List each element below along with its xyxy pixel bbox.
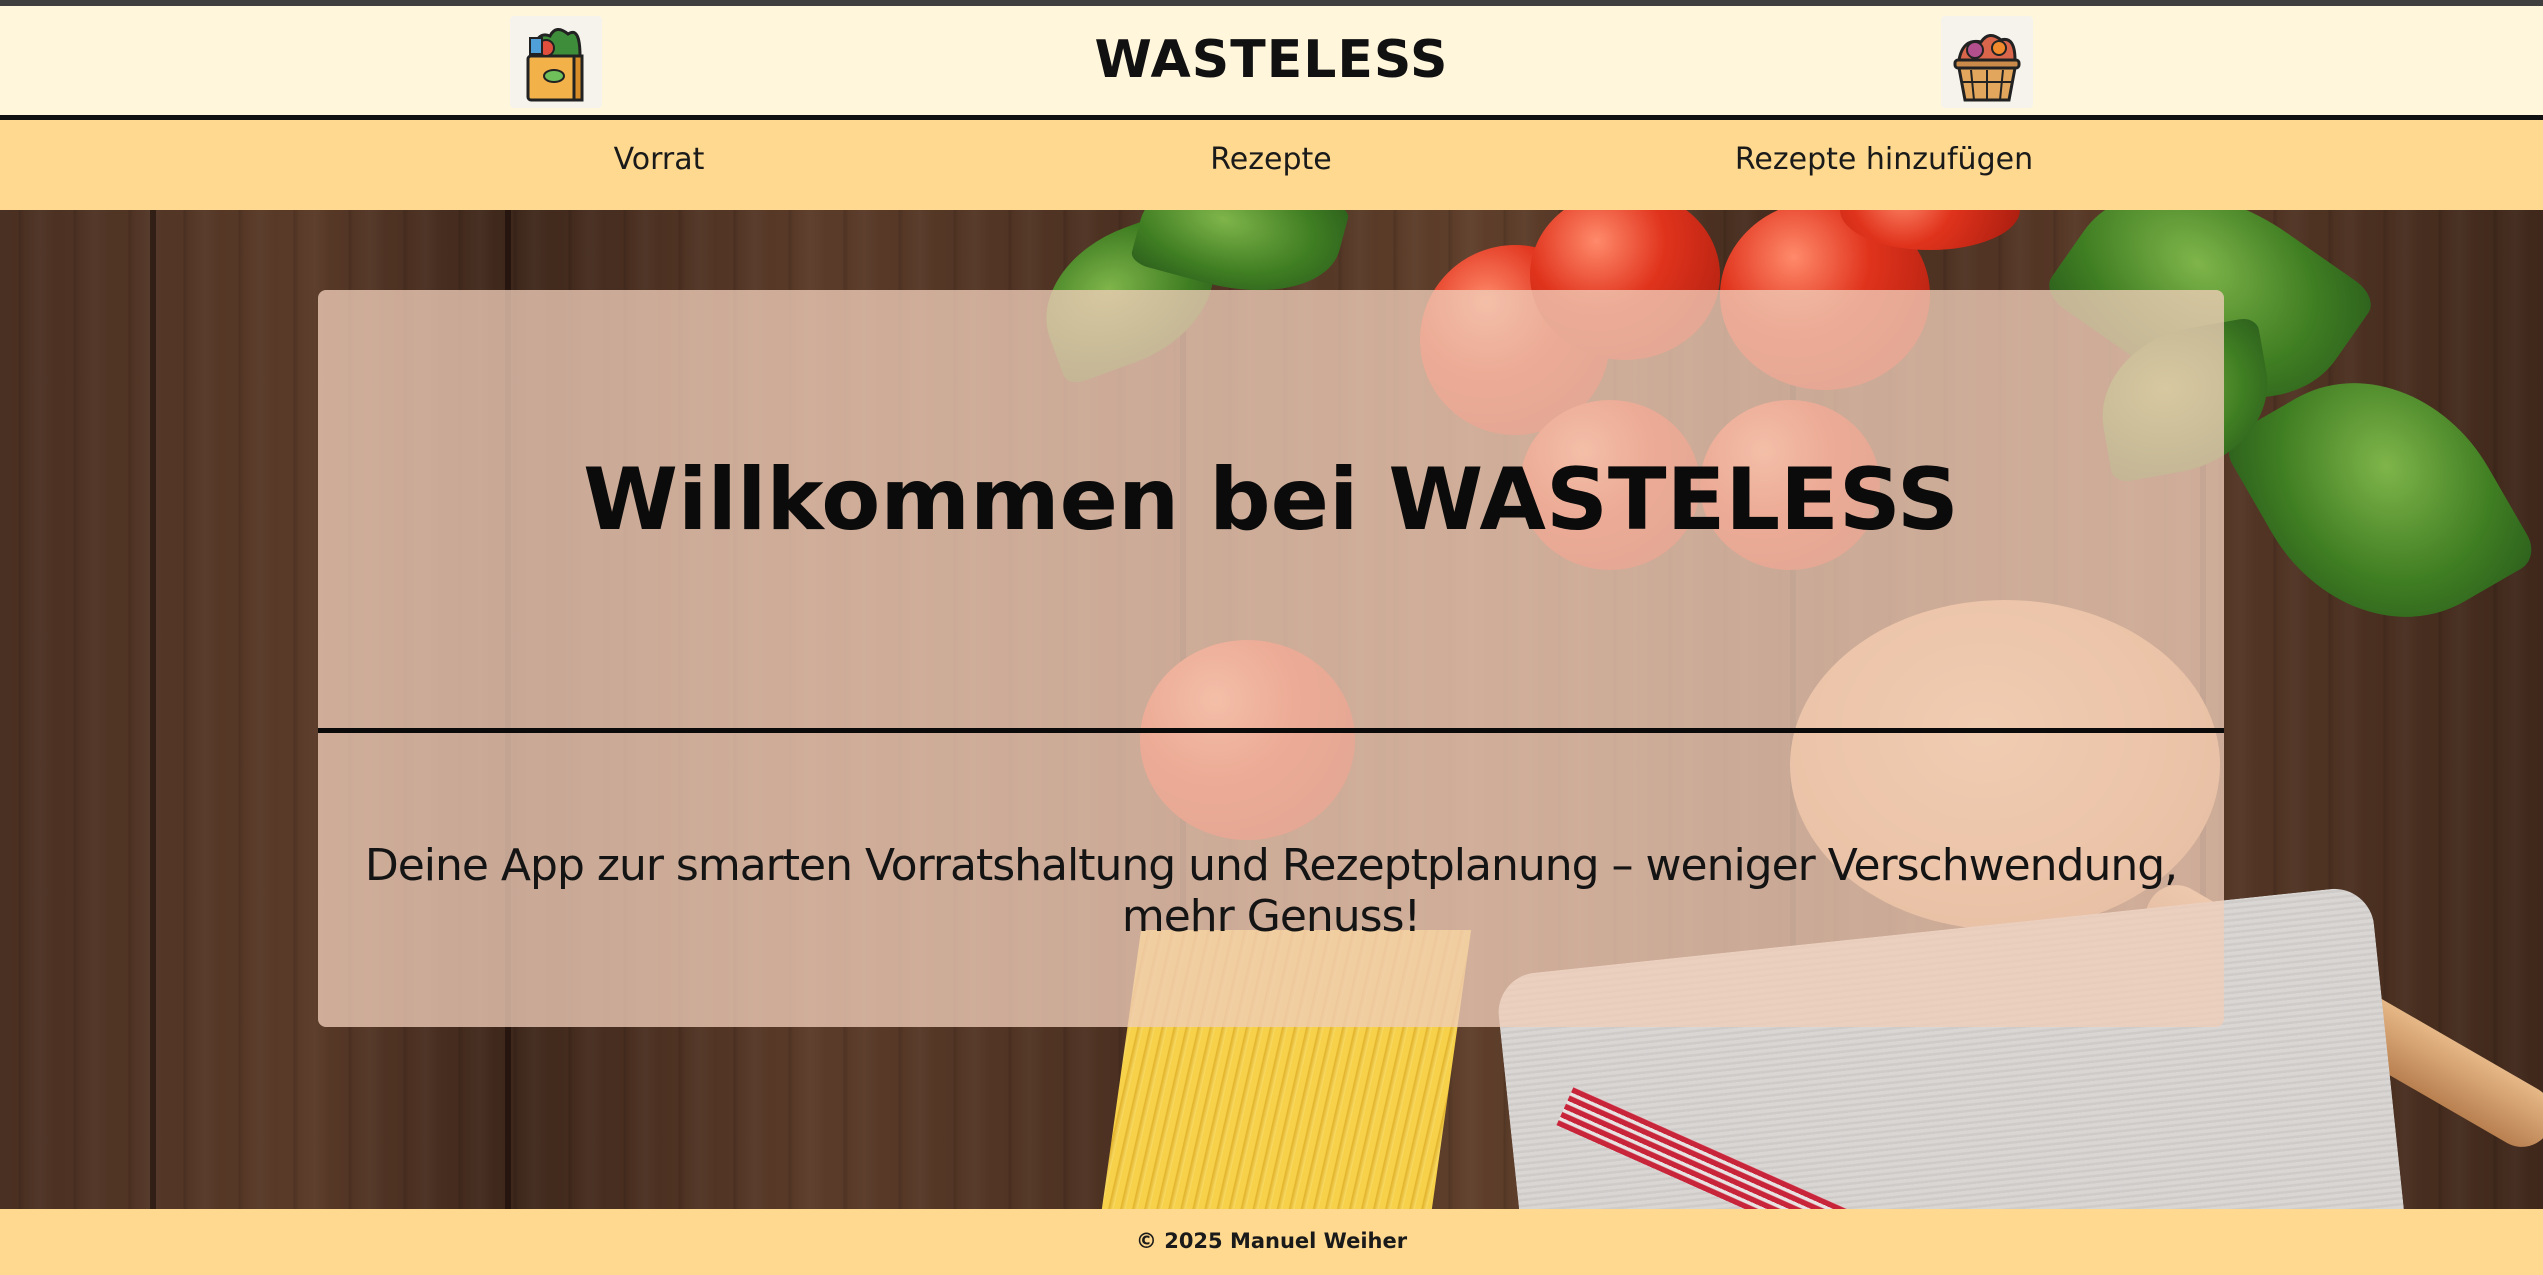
panel-divider bbox=[318, 728, 2224, 733]
wood-plank-seam bbox=[150, 210, 156, 1209]
welcome-subtitle: Deine App zur smarten Vorratshaltung und… bbox=[364, 840, 2178, 942]
copyright-text: © 2025 Manuel Weiher bbox=[1135, 1229, 1408, 1253]
site-title[interactable]: WASTELESS bbox=[0, 30, 2543, 90]
nav-link-vorrat[interactable]: Vorrat bbox=[614, 142, 705, 177]
nav-link-rezepte-hinzufuegen[interactable]: Rezepte hinzufügen bbox=[1735, 142, 2033, 177]
nav-link-rezepte[interactable]: Rezepte bbox=[1210, 142, 1331, 177]
main-navigation: Vorrat Rezepte Rezepte hinzufügen bbox=[0, 120, 2543, 210]
welcome-title: Willkommen bei WASTELESS bbox=[583, 450, 1959, 550]
food-basket-icon bbox=[1941, 16, 2033, 108]
welcome-panel: Willkommen bei WASTELESS Deine App zur s… bbox=[318, 290, 2224, 1027]
site-header: WASTELESS bbox=[0, 6, 2543, 120]
site-footer: © 2025 Manuel Weiher bbox=[0, 1209, 2543, 1275]
